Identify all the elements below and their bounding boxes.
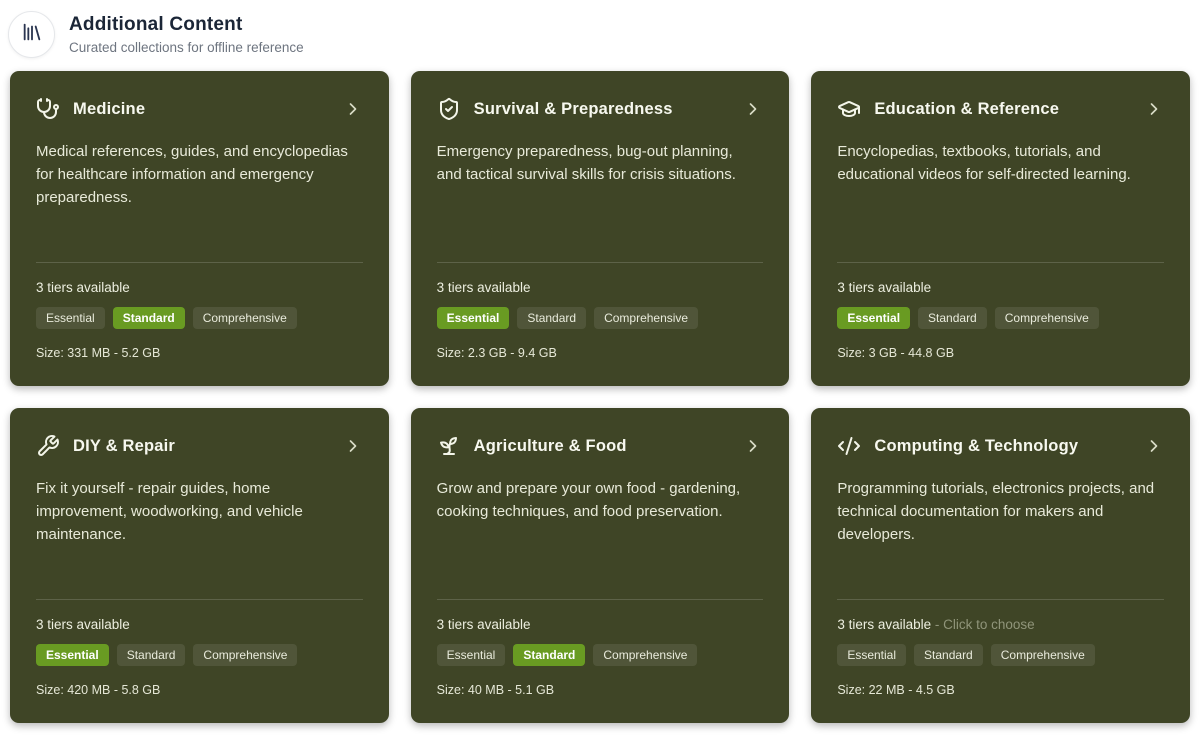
card-title: Education & Reference (874, 100, 1131, 119)
page-title: Additional Content (69, 14, 304, 36)
divider (837, 262, 1164, 263)
tier-badges: Essential Standard Comprehensive (437, 307, 764, 329)
divider (36, 262, 363, 263)
header-icon-badge (8, 11, 55, 58)
chevron-right-icon (1144, 436, 1164, 456)
divider (36, 599, 363, 600)
tiers-available-label: 3 tiers available (36, 617, 363, 632)
tier-badge-essential[interactable]: Essential (437, 307, 510, 329)
card-diy-repair[interactable]: DIY & Repair Fix it yourself - repair gu… (10, 408, 389, 723)
tier-badge-essential[interactable]: Essential (36, 644, 109, 666)
collections-grid: Medicine Medical references, guides, and… (0, 71, 1200, 723)
tiers-available-label: 3 tiers available (36, 280, 363, 295)
tier-badges: Essential Standard Comprehensive (36, 307, 363, 329)
card-header: Education & Reference (837, 97, 1164, 121)
card-description: Grow and prepare your own food - gardeni… (437, 477, 764, 523)
graduation-cap-icon (837, 97, 861, 121)
card-description: Programming tutorials, electronics proje… (837, 477, 1164, 546)
tier-badges: Essential Standard Comprehensive (837, 644, 1164, 666)
tiers-count: 3 tiers available (837, 280, 931, 295)
tiers-available-label: 3 tiers available (437, 280, 764, 295)
tiers-count: 3 tiers available (36, 617, 130, 632)
tiers-hint[interactable]: - Click to choose (935, 617, 1035, 632)
size-range-label: Size: 2.3 GB - 9.4 GB (437, 346, 764, 360)
card-header: Computing & Technology (837, 434, 1164, 458)
tier-badge-standard[interactable]: Standard (113, 307, 185, 329)
tier-badge-comprehensive[interactable]: Comprehensive (991, 644, 1095, 666)
card-header: Survival & Preparedness (437, 97, 764, 121)
card-title: Computing & Technology (874, 437, 1131, 456)
card-footer: 3 tiers available Essential Standard Com… (36, 599, 363, 697)
size-range-label: Size: 331 MB - 5.2 GB (36, 346, 363, 360)
card-title: DIY & Repair (73, 437, 330, 456)
page-header: Additional Content Curated collections f… (0, 0, 1200, 58)
tier-badge-essential[interactable]: Essential (437, 644, 506, 666)
chevron-right-icon (743, 436, 763, 456)
card-footer: 3 tiers available Essential Standard Com… (437, 599, 764, 697)
size-range-label: Size: 40 MB - 5.1 GB (437, 683, 764, 697)
code-icon (837, 434, 861, 458)
card-agriculture-food[interactable]: Agriculture & Food Grow and prepare your… (411, 408, 790, 723)
card-footer: 3 tiers available - Click to choose Esse… (837, 599, 1164, 697)
tiers-count: 3 tiers available (837, 617, 931, 632)
card-description: Encyclopedias, textbooks, tutorials, and… (837, 140, 1164, 186)
card-header: DIY & Repair (36, 434, 363, 458)
card-title: Medicine (73, 100, 330, 119)
card-survival-preparedness[interactable]: Survival & Preparedness Emergency prepar… (411, 71, 790, 386)
shield-check-icon (437, 97, 461, 121)
tiers-available-label: 3 tiers available - Click to choose (837, 617, 1164, 632)
tier-badge-comprehensive[interactable]: Comprehensive (193, 307, 297, 329)
tier-badge-standard[interactable]: Standard (914, 644, 983, 666)
divider (437, 262, 764, 263)
tier-badge-comprehensive[interactable]: Comprehensive (594, 307, 698, 329)
card-header: Agriculture & Food (437, 434, 764, 458)
card-title: Survival & Preparedness (474, 100, 731, 119)
card-description: Emergency preparedness, bug-out planning… (437, 140, 764, 186)
chevron-right-icon (343, 436, 363, 456)
chevron-right-icon (743, 99, 763, 119)
chevron-right-icon (343, 99, 363, 119)
stethoscope-icon (36, 97, 60, 121)
tier-badge-comprehensive[interactable]: Comprehensive (193, 644, 297, 666)
tier-badges: Essential Standard Comprehensive (36, 644, 363, 666)
size-range-label: Size: 3 GB - 44.8 GB (837, 346, 1164, 360)
tier-badge-standard[interactable]: Standard (117, 644, 186, 666)
tier-badge-standard[interactable]: Standard (517, 307, 586, 329)
divider (837, 599, 1164, 600)
card-description: Fix it yourself - repair guides, home im… (36, 477, 363, 546)
card-footer: 3 tiers available Essential Standard Com… (837, 262, 1164, 360)
card-computing-technology[interactable]: Computing & Technology Programming tutor… (811, 408, 1190, 723)
tiers-count: 3 tiers available (36, 280, 130, 295)
tier-badge-comprehensive[interactable]: Comprehensive (593, 644, 697, 666)
sprout-icon (437, 434, 461, 458)
size-range-label: Size: 420 MB - 5.8 GB (36, 683, 363, 697)
tier-badges: Essential Standard Comprehensive (837, 307, 1164, 329)
tier-badge-essential[interactable]: Essential (36, 307, 105, 329)
card-education-reference[interactable]: Education & Reference Encyclopedias, tex… (811, 71, 1190, 386)
wrench-icon (36, 434, 60, 458)
tier-badges: Essential Standard Comprehensive (437, 644, 764, 666)
tiers-count: 3 tiers available (437, 280, 531, 295)
card-header: Medicine (36, 97, 363, 121)
tier-badge-essential[interactable]: Essential (837, 644, 906, 666)
tier-badge-comprehensive[interactable]: Comprehensive (995, 307, 1099, 329)
tiers-count: 3 tiers available (437, 617, 531, 632)
page-subtitle: Curated collections for offline referenc… (69, 40, 304, 55)
tiers-available-label: 3 tiers available (437, 617, 764, 632)
tier-badge-standard[interactable]: Standard (918, 307, 987, 329)
chevron-right-icon (1144, 99, 1164, 119)
size-range-label: Size: 22 MB - 4.5 GB (837, 683, 1164, 697)
tier-badge-essential[interactable]: Essential (837, 307, 910, 329)
tier-badge-standard[interactable]: Standard (513, 644, 585, 666)
tiers-available-label: 3 tiers available (837, 280, 1164, 295)
card-footer: 3 tiers available Essential Standard Com… (36, 262, 363, 360)
library-icon (21, 21, 43, 48)
card-title: Agriculture & Food (474, 437, 731, 456)
card-description: Medical references, guides, and encyclop… (36, 140, 363, 209)
card-footer: 3 tiers available Essential Standard Com… (437, 262, 764, 360)
card-medicine[interactable]: Medicine Medical references, guides, and… (10, 71, 389, 386)
divider (437, 599, 764, 600)
